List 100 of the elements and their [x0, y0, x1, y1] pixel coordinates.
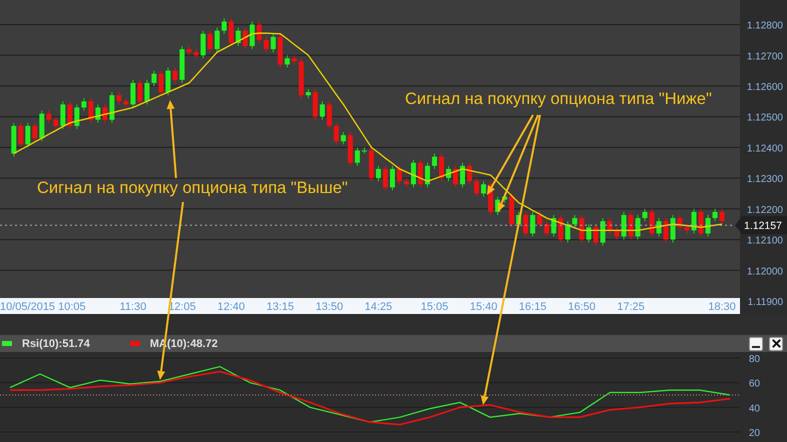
candlestick [453, 165, 458, 188]
candlestick [418, 159, 423, 188]
candlestick [382, 165, 388, 191]
candlestick [306, 88, 311, 99]
candlestick [481, 180, 486, 198]
candlestick [410, 159, 416, 188]
candlestick [334, 122, 339, 145]
candlestick [256, 21, 262, 44]
candlestick [720, 208, 724, 225]
price-label: 1.12100 [746, 236, 783, 247]
price-label: 1.11900 [748, 297, 783, 308]
candlestick [565, 220, 570, 244]
candlestick [390, 165, 395, 191]
candlestick [270, 33, 276, 53]
candlestick [242, 27, 248, 50]
candlestick [354, 146, 360, 166]
candlestick [572, 214, 578, 228]
candlestick [340, 132, 346, 145]
candlestick [138, 79, 143, 105]
annotation-text: Сигнал на покупку опциона типа "Ниже" [405, 90, 712, 109]
candlestick [152, 70, 157, 86]
price-label: 1.12000 [746, 266, 783, 278]
candlestick [376, 165, 381, 182]
time-label: 13:15 [266, 301, 294, 313]
price-label: 1.12200 [746, 204, 783, 216]
candlestick [264, 36, 269, 53]
price-label: 1.12600 [746, 82, 783, 93]
candlestick [25, 122, 30, 148]
candlestick [284, 54, 290, 68]
candlestick [635, 214, 640, 240]
time-label: 15:05 [420, 301, 448, 313]
price-label: 1.12800 [746, 20, 783, 32]
candlestick [404, 178, 409, 188]
rsi-axis-label: 60 [748, 378, 760, 390]
time-label: 16:15 [518, 301, 546, 313]
candlestick [649, 208, 654, 237]
annotation-text: Сигнал на покупку опциона типа "Выше" [37, 179, 348, 198]
rsi-axis-label: 20 [748, 428, 760, 439]
candlestick [144, 79, 150, 105]
candlestick [670, 214, 676, 244]
candlestick [460, 162, 466, 188]
price-label: 1.12400 [746, 143, 783, 154]
candlestick [320, 100, 325, 120]
time-label: 16:50 [568, 301, 596, 313]
price-label: 1.12300 [746, 174, 783, 186]
time-label: 11:30 [120, 301, 146, 313]
candlestick [166, 67, 171, 96]
time-label: 12:40 [217, 301, 245, 313]
candlestick [544, 220, 550, 237]
candlestick [32, 122, 38, 142]
candlestick [425, 162, 430, 188]
legend-label: Rsi(10):51.74 [22, 338, 90, 350]
price-label: 1.12700 [746, 51, 783, 62]
candlestick [123, 98, 128, 108]
candlestick [628, 211, 634, 240]
candlestick [102, 104, 108, 124]
time-label: 12:05 [168, 301, 196, 313]
candlestick [439, 153, 444, 182]
candlestick [250, 21, 255, 50]
time-label: 13:50 [316, 301, 344, 313]
candlestick [186, 46, 192, 56]
candlestick [95, 104, 100, 124]
candlestick [530, 211, 536, 237]
candlestick [53, 116, 58, 130]
candlestick [474, 178, 480, 198]
rsi-axis-label: 80 [748, 354, 760, 365]
candlestick [712, 208, 718, 222]
candlestick [691, 208, 696, 234]
candlestick [642, 208, 648, 222]
candlestick [60, 100, 66, 130]
candlestick [194, 48, 199, 59]
candlestick [684, 224, 690, 234]
time-label: 17:25 [617, 301, 645, 313]
candlestick [74, 104, 80, 130]
candlestick [116, 92, 122, 105]
time-label: 15:40 [470, 301, 498, 313]
candlestick [579, 214, 584, 244]
candlestick [326, 100, 332, 130]
candlestick [214, 27, 220, 53]
candlestick [432, 153, 438, 170]
candlestick [292, 54, 297, 65]
candlestick [558, 214, 564, 244]
candlestick [663, 218, 668, 244]
candlestick [537, 211, 542, 228]
candlestick [228, 18, 234, 47]
candlestick [607, 218, 612, 234]
candlestick [396, 165, 402, 185]
candlestick [600, 218, 606, 246]
rsi-axis-label: 40 [748, 403, 760, 414]
candlestick [551, 214, 556, 237]
candlestick [621, 211, 626, 240]
candlestick [130, 79, 136, 108]
candlestick [46, 110, 52, 124]
candlestick [172, 67, 178, 84]
candlestick [705, 214, 710, 237]
candlestick [158, 70, 164, 96]
candlestick [593, 224, 598, 246]
candlestick [81, 98, 86, 112]
candlestick [523, 211, 528, 237]
candlestick [67, 100, 72, 130]
